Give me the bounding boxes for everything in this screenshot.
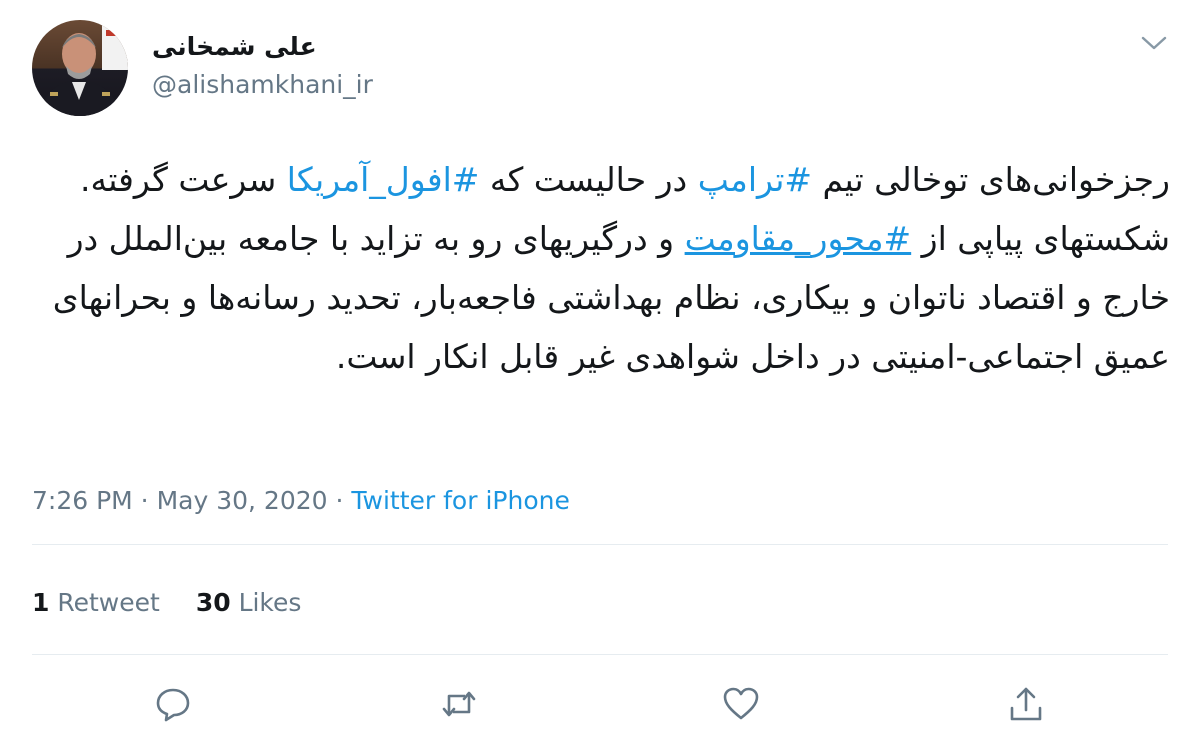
display-name[interactable]: علی شمخانی — [152, 32, 317, 61]
tweet-text: رجزخوانی‌های توخالی تیم #ترامپ در حالیست… — [32, 150, 1170, 386]
user-handle[interactable]: @alishamkhani_ir — [152, 70, 373, 99]
avatar-portrait — [38, 20, 128, 116]
meta-separator: · — [132, 486, 157, 515]
tweet-time[interactable]: 7:26 PM — [32, 486, 133, 515]
hashtag-link[interactable]: #ترامپ — [698, 160, 812, 199]
hashtag-link[interactable]: #محور_مقاومت — [685, 219, 912, 258]
share-icon[interactable] — [1006, 684, 1046, 724]
tweet-meta: 7:26 PM · May 30, 2020 · Twitter for iPh… — [32, 486, 570, 515]
reply-icon[interactable] — [153, 684, 193, 724]
retweet-count: 1 — [32, 588, 50, 617]
avatar[interactable] — [32, 20, 128, 116]
divider — [32, 654, 1168, 655]
tweet-date[interactable]: May 30, 2020 — [157, 486, 328, 515]
retweet-icon[interactable] — [439, 684, 479, 724]
tweet-text-segment: در حالیست که — [479, 160, 698, 199]
tweet-source-link[interactable]: Twitter for iPhone — [351, 486, 569, 515]
like-label: Likes — [238, 588, 302, 617]
likes-stat[interactable]: 30 Likes — [196, 588, 302, 617]
like-count: 30 — [195, 588, 231, 617]
heart-icon[interactable] — [721, 684, 761, 724]
retweet-label: Retweet — [57, 588, 160, 617]
chevron-down-icon[interactable] — [1139, 32, 1169, 54]
tweet-stats: 1 Retweet 30 Likes — [32, 588, 337, 617]
divider — [32, 544, 1168, 545]
retweet-stat[interactable]: 1 Retweet — [32, 588, 160, 617]
hashtag-link[interactable]: #افول_آمریکا — [287, 160, 480, 199]
tweet-text-segment: رجزخوانی‌های توخالی تیم — [812, 160, 1170, 199]
meta-separator: · — [327, 486, 352, 515]
